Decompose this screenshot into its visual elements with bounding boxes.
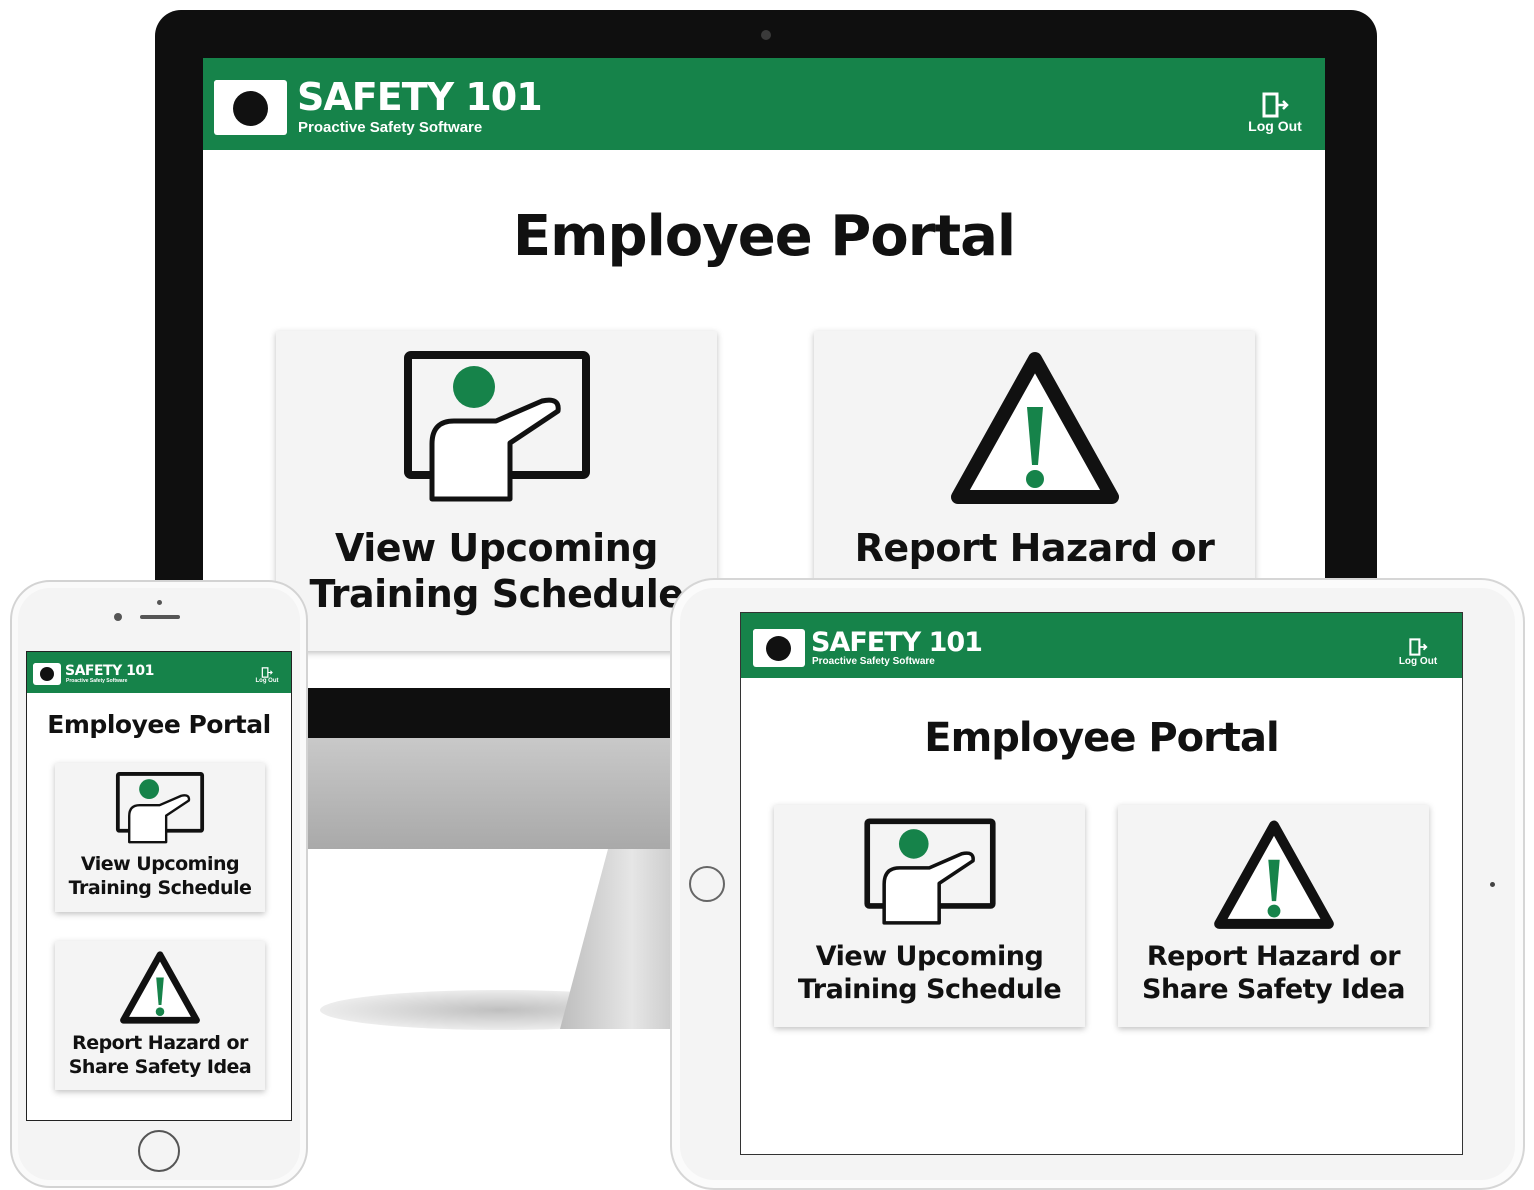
tablet-home-button[interactable] <box>689 866 725 902</box>
card-label-line1: View Upcoming <box>335 526 658 570</box>
logout-button[interactable]: Log Out <box>249 667 285 684</box>
report-hazard-card[interactable]: Report Hazard or Share Safety Idea <box>1118 805 1429 1027</box>
logout-label: Log Out <box>1398 656 1438 667</box>
brand-name: SAFETY 101 <box>65 663 154 679</box>
brand-tagline: Proactive Safety Software <box>66 678 128 684</box>
card-label-line2: Training Schedule <box>309 572 685 616</box>
door-exit-icon <box>1262 92 1289 118</box>
monitor-neck <box>305 737 685 849</box>
logout-label: Log Out <box>1248 118 1302 134</box>
monitor-stand <box>560 849 680 1029</box>
first-aid-kit-icon <box>753 629 805 667</box>
brand-tagline: Proactive Safety Software <box>812 656 935 667</box>
warning-triangle-icon <box>1213 820 1334 929</box>
card-label-line2: Training Schedule <box>797 974 1062 1005</box>
tablet-camera <box>1490 882 1495 887</box>
warning-triangle-icon <box>950 352 1119 504</box>
door-exit-icon <box>1409 638 1428 656</box>
page-title: Employee Portal <box>512 204 1016 269</box>
first-aid-kit-icon <box>214 80 287 135</box>
training-schedule-card[interactable]: View Upcoming Training Schedule <box>276 331 717 651</box>
card-label-line2: Training Schedule <box>68 877 252 899</box>
tablet-screen: SAFETY 101 Proactive Safety Software Log… <box>740 612 1463 1155</box>
phone-home-button[interactable] <box>138 1130 180 1172</box>
phone-screen: SAFETY 101 Proactive Safety Software Log… <box>26 651 292 1121</box>
logout-button[interactable]: Log Out <box>1393 638 1443 667</box>
card-label-line1: Report Hazard or <box>72 1032 248 1054</box>
training-schedule-card[interactable]: View Upcoming Training Schedule <box>774 805 1085 1027</box>
brand-name: SAFETY 101 <box>811 627 983 658</box>
teacher-whiteboard-icon <box>403 351 590 502</box>
report-hazard-card[interactable]: Report Hazard or Share Safety Idea <box>55 941 265 1090</box>
card-label-line1: View Upcoming <box>815 941 1044 972</box>
teacher-whiteboard-icon <box>115 772 205 844</box>
card-label-line1: View Upcoming <box>80 853 240 875</box>
phone-speaker <box>140 615 180 619</box>
warning-triangle-icon <box>120 951 200 1024</box>
brand-name: SAFETY 101 <box>297 75 543 119</box>
card-label-line1: Report Hazard or <box>854 526 1215 570</box>
app-header: SAFETY 101 Proactive Safety Software Log… <box>27 652 291 693</box>
card-label-line2: Share Safety Idea <box>1142 974 1405 1005</box>
monitor-camera <box>761 30 771 40</box>
app-header: SAFETY 101 Proactive Safety Software Log… <box>741 613 1462 678</box>
app-header: SAFETY 101 Proactive Safety Software Log… <box>203 58 1325 150</box>
training-schedule-card[interactable]: View Upcoming Training Schedule <box>55 763 265 912</box>
card-label-line2: Share Safety Idea <box>68 1056 252 1078</box>
phone-camera <box>114 613 122 621</box>
first-aid-kit-icon <box>33 663 61 685</box>
page-title: Employee Portal <box>47 710 271 739</box>
logout-button[interactable]: Log Out <box>1243 92 1307 134</box>
teacher-whiteboard-icon <box>863 818 996 925</box>
phone-sensor <box>157 600 162 605</box>
logout-label: Log Out <box>255 678 279 684</box>
card-label-line1: Report Hazard or <box>1146 941 1401 972</box>
brand-tagline: Proactive Safety Software <box>298 119 483 136</box>
door-exit-icon <box>261 667 273 678</box>
page-title: Employee Portal <box>924 715 1279 761</box>
